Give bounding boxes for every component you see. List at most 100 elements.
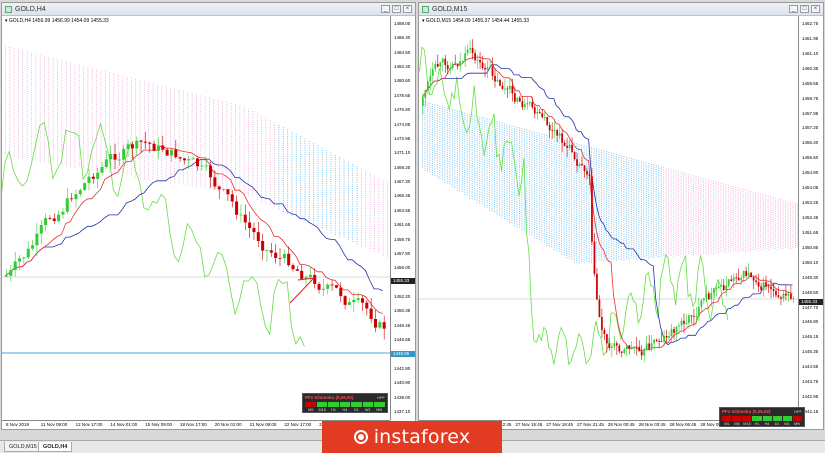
cloud-dot [104,73,106,75]
cloud-dot [191,161,193,163]
cloud-dot [239,131,241,133]
cloud-dot [252,150,254,152]
window-titlebar[interactable]: GOLD,M15 _ □ × [419,3,823,16]
cloud-dot [113,91,115,92]
cloud-dot [317,174,319,176]
cloud-dot [52,126,54,128]
close-button[interactable]: × [403,5,412,13]
cloud-dot [449,137,451,138]
cloud-dot [143,134,145,135]
cloud-dot [476,122,478,124]
cloud-dot [31,74,32,76]
cloud-dot [31,72,32,74]
cloud-dot [313,200,315,202]
cloud-dot [436,160,438,161]
cloud-dot [174,135,176,136]
cloud-dot [243,130,245,132]
cloud-dot [365,232,367,234]
window-titlebar[interactable]: GOLD,H4 _ □ × [2,3,415,16]
cloud-dot [61,117,63,119]
cloud-dot [130,104,132,106]
cloud-dot [235,187,236,189]
cloud-dot [330,229,332,231]
cloud-dot [87,84,89,86]
cloud-dot [117,120,119,122]
cloud-dot [18,141,19,143]
cloud-dot [426,163,428,165]
cloud-dot [182,183,184,185]
cloud-dot [31,105,32,107]
cloud-dot [252,172,254,174]
cloud-dot [321,211,323,213]
cloud-dot [235,130,236,132]
cloud-dot [265,184,267,185]
cloud-dot [256,161,258,163]
cloud-dot [65,85,67,87]
cloud-dot [426,157,428,159]
cloud-dot [35,132,37,134]
cloud-dot [387,202,388,204]
candle-body [326,284,330,289]
cloud-dot [441,132,443,134]
price-chart-area[interactable] [419,16,798,420]
chart-icon [5,5,12,13]
cloud-dot [434,108,436,110]
cloud-dot [343,185,345,187]
cloud-dot [347,190,349,192]
cloud-dot [13,96,15,98]
cloud-dot [78,82,80,84]
cloud-dot [200,130,202,132]
cloud-dot [431,171,433,173]
cloud-dot [104,88,106,90]
cloud-dot [265,120,267,122]
cloud-dot [479,202,481,204]
cloud-dot [44,108,45,110]
cloud-dot [217,121,219,123]
chart-window-gold-h4[interactable]: GOLD,H4 _ □ × ▾ GOLD,H4 1456.99 1456.99 … [1,2,416,430]
cloud-dot [9,148,11,150]
cloud-dot [439,176,441,178]
cloud-dot [156,139,158,141]
cloud-dot [52,113,54,114]
cloud-dot [291,173,293,175]
cloud-dot [426,128,428,130]
cloud-dot [248,139,249,141]
chart-window-gold-m15[interactable]: GOLD,M15 _ □ × ▾ GOLD,M15 1454.09 1455.3… [418,2,824,430]
cloud-dot [449,130,451,132]
cloud-dot [196,98,197,100]
close-button[interactable]: × [811,5,820,13]
maximize-button[interactable]: □ [392,5,401,13]
cloud-dot [209,104,210,106]
cloud-dot [74,153,76,155]
cloud-dot [165,135,167,136]
cloud-dot [156,115,158,117]
minimize-button[interactable]: _ [381,5,390,13]
cloud-dot [61,137,63,139]
cloud-dot [352,227,354,229]
cloud-dot [261,168,263,170]
cloud-dot [209,183,210,185]
maximize-button[interactable]: □ [800,5,809,13]
cloud-dot [31,83,32,85]
cloud-dot [130,93,132,95]
cloud-dot [187,160,189,162]
cloud-dot [52,148,54,150]
cloud-dot [83,109,85,111]
cloud-dot [382,221,384,223]
price-axis[interactable]: 1488.00 1486.30 1484.50 1482.40 1480.60 1478.… [390,16,415,420]
cloud-dot [57,72,58,74]
cloud-dot [174,99,176,101]
cloud-dot [83,136,85,138]
cloud-dot [161,167,163,168]
cloud-dot [469,193,471,195]
cloud-dot [454,112,456,113]
minimize-button[interactable]: _ [789,5,798,13]
cloud-dot [126,131,128,133]
cloud-dot [252,126,254,128]
cloud-dot [424,163,426,165]
price-chart-area[interactable] [2,16,390,420]
cloud-dot [300,176,302,177]
cloud-dot [256,159,258,161]
cloud-dot [143,138,145,140]
cloud-dot [187,138,189,140]
